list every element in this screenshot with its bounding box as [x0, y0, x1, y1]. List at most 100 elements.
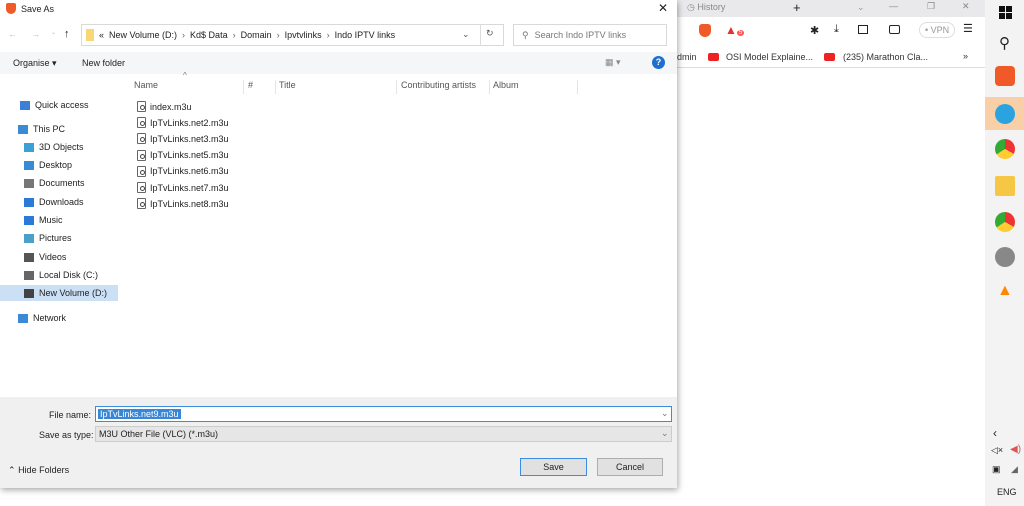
file-name-dropdown-icon[interactable]: ⌄	[661, 408, 669, 419]
file-row[interactable]: IpTvLinks.net6.m3u	[137, 164, 229, 179]
column-album[interactable]: Album	[493, 80, 578, 94]
tab-history[interactable]: ◷ History	[687, 2, 725, 13]
sidebar-item[interactable]: Local Disk (C:)	[24, 267, 98, 283]
drive-icon	[24, 270, 34, 280]
bookmark[interactable]: (235) Marathon Cla...	[843, 52, 928, 62]
speaker-icon[interactable]: ◀)	[1010, 444, 1021, 455]
column-contributing-artists[interactable]: Contributing artists	[401, 80, 490, 94]
breadcrumb-item[interactable]: New Volume (D:)	[109, 30, 177, 40]
close-button[interactable]: ✕	[658, 1, 668, 15]
video-icon	[24, 252, 34, 262]
sidebar-item[interactable]: Network	[18, 310, 66, 326]
wallet-icon[interactable]	[889, 25, 900, 34]
sidebar-item[interactable]: Music	[24, 212, 63, 228]
view-options-icon[interactable]: ▦ ▾	[605, 57, 621, 68]
breadcrumb-item[interactable]: Kd$ Data	[190, 30, 228, 40]
sidebar-item[interactable]: Desktop	[24, 157, 72, 173]
windows-start-icon[interactable]	[999, 6, 1012, 19]
file-row[interactable]: index.m3u	[137, 99, 192, 114]
sidebar-item[interactable]: 3D Objects	[24, 139, 84, 155]
column-title[interactable]: Title	[279, 80, 397, 94]
more-bookmarks-icon[interactable]: »	[963, 51, 968, 61]
breadcrumb-item[interactable]: Indo IPTV links	[335, 30, 396, 40]
browser-toolbar: ▲ 5 ✱ ⤓ • VPN ☰	[677, 17, 985, 46]
bookmark[interactable]: OSI Model Explaine...	[726, 52, 813, 62]
command-bar: Organise ▾ New folder ▦ ▾ ?	[0, 52, 677, 74]
sidebar-item[interactable]: This PC	[18, 121, 65, 137]
sidebar-item[interactable]: Pictures	[24, 230, 72, 246]
vlc-icon[interactable]: ▲	[997, 282, 1013, 300]
column-name[interactable]: Name	[134, 80, 244, 94]
new-folder-button[interactable]: New folder	[82, 58, 125, 68]
sidebar-item[interactable]: Downloads	[24, 194, 84, 210]
brave-shield-icon[interactable]	[699, 24, 711, 37]
file-name: IpTvLinks.net3.m3u	[150, 133, 229, 144]
menu-icon[interactable]: ☰	[963, 22, 973, 35]
breadcrumb-item[interactable]: Ipvtvlinks	[285, 30, 322, 40]
brave-rewards-icon[interactable]: ▲ 5	[725, 23, 745, 37]
m3u-file-icon	[137, 149, 146, 161]
download-icon[interactable]: ⤓	[834, 23, 839, 36]
star-icon	[20, 100, 30, 110]
file-name-input[interactable]: IpTvLinks.net9.m3u ⌄	[95, 406, 672, 422]
brave-icon[interactable]	[995, 66, 1015, 86]
file-row[interactable]: IpTvLinks.net3.m3u	[137, 131, 229, 146]
column-number[interactable]: #	[248, 80, 276, 94]
hide-folders-button[interactable]: ⌃ Hide Folders	[8, 465, 69, 476]
computer-icon	[18, 124, 28, 134]
sidebar-item[interactable]: Quick access	[20, 97, 89, 113]
file-row[interactable]: IpTvLinks.net7.m3u	[137, 180, 229, 195]
telegram-icon[interactable]	[995, 104, 1015, 124]
whatsapp-icon[interactable]	[995, 247, 1015, 267]
wifi-icon[interactable]: ◢	[1011, 464, 1018, 475]
search-input[interactable]: ⚲ Search Indo IPTV links	[513, 24, 667, 46]
extensions-icon[interactable]: ✱	[810, 24, 819, 37]
sidebar-item-label: Quick access	[35, 100, 89, 110]
breadcrumb-overflow[interactable]: «	[99, 30, 104, 40]
sidebar-item[interactable]: Videos	[24, 249, 66, 265]
address-bar[interactable]: « New Volume (D:) › Kd$ Data › Domain › Ipv…	[81, 24, 504, 46]
save-button[interactable]: Save	[520, 458, 587, 476]
file-row[interactable]: IpTvLinks.net8.m3u	[137, 196, 229, 211]
file-row[interactable]: IpTvLinks.net2.m3u	[137, 115, 229, 130]
file-row[interactable]: IpTvLinks.net5.m3u	[137, 148, 229, 163]
sidebar-item[interactable]: New Volume (D:)	[0, 285, 118, 301]
meet-icon[interactable]: ▣	[992, 464, 1001, 475]
bookmarks-bar: dmin OSI Model Explaine... (235) Maratho…	[677, 46, 985, 68]
sidebar-item-label: Documents	[39, 178, 85, 188]
m3u-file-icon	[137, 165, 146, 177]
vpn-button[interactable]: • VPN	[919, 22, 956, 38]
sidebar-icon[interactable]	[858, 25, 868, 34]
save-type-select[interactable]: M3U Other File (VLC) (*.m3u) ⌄	[95, 426, 672, 442]
language-indicator[interactable]: ENG	[997, 487, 1017, 497]
breadcrumb-item[interactable]: Domain	[241, 30, 272, 40]
back-button[interactable]: ←	[8, 29, 17, 39]
music-icon	[24, 215, 34, 225]
address-dropdown-icon[interactable]: ⌄	[462, 29, 470, 40]
minimize-button[interactable]: —	[889, 1, 898, 11]
recent-locations-icon[interactable]: ⌄	[51, 29, 56, 36]
sidebar-item[interactable]: Documents	[24, 175, 85, 191]
new-tab-button[interactable]: +	[793, 0, 801, 15]
close-browser-button[interactable]: ✕	[962, 1, 970, 12]
sidebar-item-label: 3D Objects	[39, 142, 84, 152]
save-type-dropdown-icon[interactable]: ⌄	[661, 428, 669, 439]
search-icon[interactable]: ⚲	[999, 34, 1010, 52]
chrome-icon[interactable]	[995, 139, 1015, 159]
tab-list-icon[interactable]: ⌄	[857, 2, 865, 13]
brave-icon	[6, 3, 16, 14]
organise-menu[interactable]: Organise ▾	[13, 58, 57, 69]
chrome-icon[interactable]	[995, 212, 1015, 232]
up-button[interactable]: ↑	[64, 28, 70, 40]
cancel-button[interactable]: Cancel	[597, 458, 663, 476]
file-name: IpTvLinks.net2.m3u	[150, 117, 229, 128]
bookmark[interactable]: dmin	[677, 52, 697, 62]
help-icon[interactable]: ?	[652, 56, 665, 69]
cube-icon	[24, 142, 34, 152]
mute-icon[interactable]: ◁×	[991, 445, 1003, 456]
show-hidden-icons[interactable]: ‹	[993, 426, 997, 440]
refresh-icon[interactable]: ↻	[486, 28, 494, 39]
forward-button[interactable]: →	[31, 29, 40, 39]
restore-button[interactable]: ❐	[927, 1, 935, 12]
file-explorer-icon[interactable]	[995, 176, 1015, 196]
